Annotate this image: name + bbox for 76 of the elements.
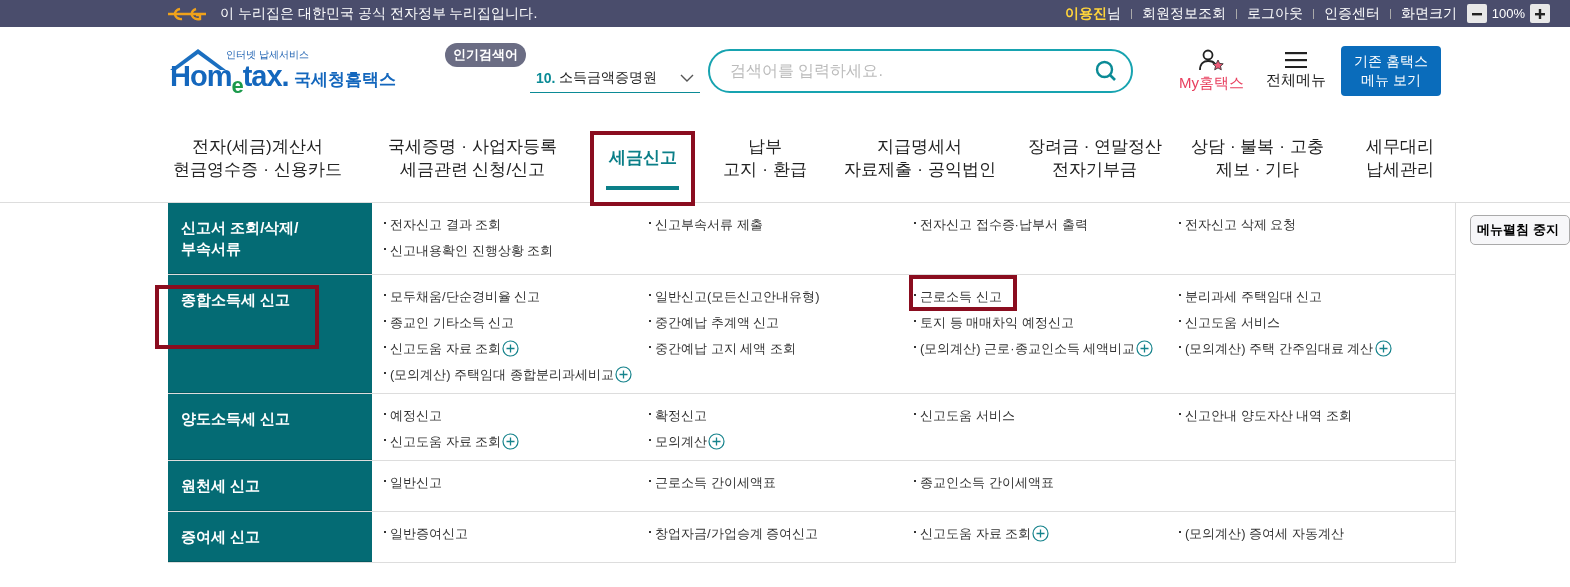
category-title: 신고서 조회/삭제/ 부속서류 (168, 203, 372, 274)
stop-menu-expand-button[interactable]: 메뉴펼침 중지 (1470, 215, 1570, 245)
category-title: 증여세 신고 (168, 512, 372, 562)
nav-tab[interactable]: 국세증명 · 사업자등록 세금관련 신청/신고 (388, 135, 557, 182)
expand-plus-icon[interactable] (502, 340, 520, 357)
menu-link[interactable]: (모의계산) 근로·종교인소득 세액비교 (920, 341, 1154, 356)
menu-link[interactable]: 신고도움 자료 조회 (390, 341, 520, 356)
expand-plus-icon[interactable] (1032, 525, 1050, 542)
menu-link[interactable]: 중간예납 고지 세액 조회 (655, 341, 796, 356)
expand-plus-icon[interactable] (502, 433, 520, 450)
all-menu-button[interactable]: 전체메뉴 (1266, 52, 1326, 90)
menu-link[interactable]: 일반신고(모든신고안내유형) (655, 289, 820, 304)
search-icon[interactable] (1095, 60, 1117, 82)
legacy-menu-button[interactable]: 기존 홈택스 메뉴 보기 (1341, 46, 1441, 96)
menu-link[interactable]: 일반신고 (390, 475, 442, 490)
menu-link[interactable]: 근로소득 신고 (920, 289, 1002, 304)
menu-link[interactable]: 신고도움 서비스 (920, 408, 1015, 423)
search-field[interactable]: 검색어를 입력하세요. (708, 49, 1133, 93)
category-title: 종합소득세 신고 (168, 275, 372, 393)
menu-link[interactable]: 예정신고 (390, 408, 442, 423)
menu-link[interactable]: 종교인 기타소득 신고 (390, 315, 515, 330)
menu-link[interactable]: 창업자금/가업승계 증여신고 (655, 526, 819, 541)
zoom-value: 100% (1491, 6, 1525, 21)
user-star-icon (1198, 49, 1225, 71)
logo-name: 국세청홈택스 (294, 69, 396, 91)
chevron-down-icon (680, 73, 694, 82)
menu-link[interactable]: 모의계산 (655, 434, 725, 449)
menu-link[interactable]: (모의계산) 주택임대 종합분리과세비교 (390, 367, 632, 382)
menu-link[interactable]: (모의계산) 증여세 자동계산 (1185, 526, 1344, 541)
user-name: 이용진 (1064, 4, 1107, 23)
menu-link[interactable]: 신고도움 자료 조회 (920, 526, 1050, 541)
menu-link[interactable]: 근로소득 간이세액표 (655, 475, 776, 490)
menu-link[interactable]: 전자신고 삭제 요청 (1185, 217, 1297, 232)
nav-tab[interactable]: 상담 · 불복 · 고충 제보 · 기타 (1191, 135, 1324, 182)
category-title: 원천세 신고 (168, 461, 372, 511)
logo-tagline: 인터넷 납세서비스 (226, 48, 309, 62)
nav-tab[interactable]: 세무대리 납세관리 (1366, 135, 1434, 182)
menu-link[interactable]: 분리과세 주택임대 신고 (1185, 289, 1323, 304)
menu-link[interactable]: 전자신고 결과 조회 (390, 217, 502, 232)
expand-plus-icon[interactable] (708, 433, 725, 450)
expand-plus-icon[interactable] (1374, 340, 1392, 357)
menu-link[interactable]: (모의계산) 주택 간주임대료 계산 (1185, 341, 1392, 356)
menu-link[interactable]: 신고도움 서비스 (1185, 315, 1280, 330)
top-link[interactable]: 인증센터 (1323, 4, 1380, 23)
expand-plus-icon[interactable] (1136, 340, 1154, 357)
zoom-in-button[interactable] (1530, 4, 1550, 23)
logo-wordmark: Hom$_{e}$tax. (170, 60, 289, 99)
user-suffix: 님 (1106, 4, 1121, 23)
menu-link[interactable]: 확정신고 (655, 408, 707, 423)
nav-tab[interactable]: 세금신고 (608, 147, 677, 170)
zoom-label: 화면크기 (1400, 4, 1457, 23)
menu-link[interactable]: 신고도움 자료 조회 (390, 434, 520, 449)
nav-tab[interactable]: 납부 고지 · 환급 (723, 135, 807, 182)
plus-icon (1535, 8, 1545, 19)
zoom-out-button[interactable] (1466, 4, 1487, 23)
top-link[interactable]: 로그아웃 (1246, 4, 1303, 23)
top-link[interactable]: 회원정보조회 (1141, 4, 1226, 23)
menu-link[interactable]: 모두채움/단순경비율 신고 (390, 289, 541, 304)
menu-link[interactable]: 중간예납 추계액 신고 (655, 315, 780, 330)
popular-keyword-dropdown[interactable]: 10. 소득금액증명원 (530, 63, 700, 93)
category-title: 양도소득세 신고 (168, 394, 372, 460)
menu-link[interactable]: 종교인소득 간이세액표 (920, 475, 1054, 490)
my-hometax-button[interactable]: My홈택스 (1179, 49, 1244, 93)
menu-link[interactable]: 신고내용확인 진행상황 조회 (390, 243, 554, 258)
nav-tab[interactable]: 장려금 · 연말정산 전자기부금 (1027, 135, 1163, 182)
menu-icon (1285, 52, 1307, 68)
nav-tab[interactable]: 전자(세금)계산서 현금영수증 · 신용카드 (173, 135, 342, 182)
gov-notice: 이 누리집은 대한민국 공식 전자정부 누리집입니다. (220, 4, 538, 23)
menu-link[interactable]: 신고안내 양도자산 내역 조회 (1185, 408, 1352, 423)
popular-badge: 인기검색어 (445, 43, 526, 67)
menu-link[interactable]: 신고부속서류 제출 (655, 217, 763, 232)
menu-link[interactable]: 토지 등 매매차익 예정신고 (920, 315, 1074, 330)
nav-tab[interactable]: 지급명세서 자료제출 · 공익법인 (844, 135, 996, 182)
menu-link[interactable]: 일반증여신고 (390, 526, 468, 541)
menu-link[interactable]: 전자신고 접수증·납부서 출력 (920, 217, 1088, 232)
expand-plus-icon[interactable] (614, 366, 632, 383)
